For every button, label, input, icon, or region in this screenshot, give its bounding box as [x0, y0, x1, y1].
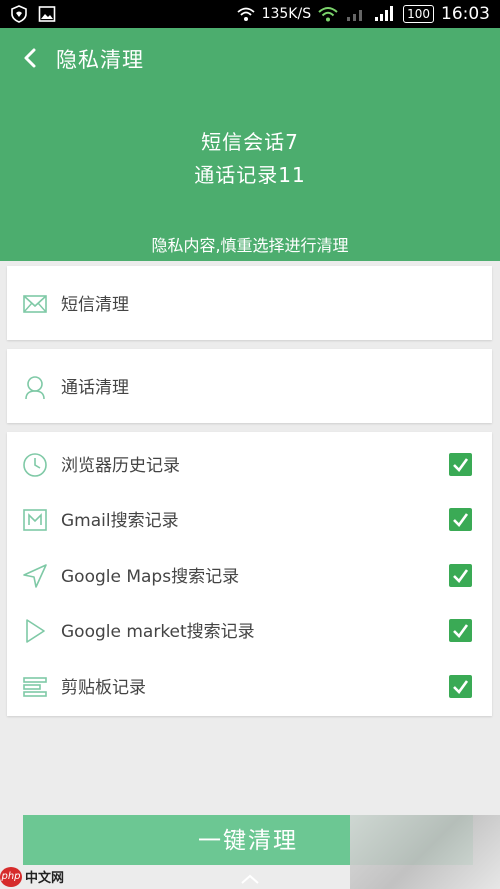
- call-count: 通话记录11: [194, 163, 306, 187]
- watermark: php 中文网: [0, 864, 90, 889]
- record-row-gmail[interactable]: Gmail搜索记录: [7, 492, 492, 547]
- blurred-area: [350, 815, 500, 889]
- record-checkbox[interactable]: [449, 619, 472, 642]
- record-checkbox[interactable]: [449, 675, 472, 698]
- network-speed: 135K/S: [261, 6, 312, 22]
- record-checkbox[interactable]: [449, 564, 472, 587]
- play-icon: [26, 619, 45, 643]
- wifi-green-icon: [318, 7, 338, 22]
- privacy-warning: 隐私内容,慎重选择进行清理: [151, 236, 349, 255]
- gmail-icon: [23, 509, 47, 531]
- record-row-clipboard[interactable]: 剪贴板记录: [7, 659, 492, 714]
- navigation-icon: [23, 564, 47, 588]
- signal-icon: [375, 6, 394, 21]
- checkmark-icon: [453, 624, 469, 638]
- record-label: Google Maps搜索记录: [61, 567, 240, 587]
- watermark-logo: php: [0, 866, 22, 887]
- checkmark-icon: [453, 680, 469, 694]
- page-title: 隐私清理: [56, 48, 144, 72]
- call-clean-row[interactable]: 通话清理: [7, 359, 492, 414]
- clock: 16:03: [441, 4, 490, 24]
- record-row-market[interactable]: Google market搜索记录: [7, 603, 492, 658]
- record-checkbox[interactable]: [449, 508, 472, 531]
- watermark-text: 中文网: [25, 871, 65, 886]
- checkmark-icon: [453, 569, 469, 583]
- envelope-icon: [23, 295, 47, 313]
- sms-clean-row[interactable]: 短信清理: [7, 276, 492, 331]
- image-icon: [38, 6, 56, 22]
- chevron-up-icon[interactable]: [238, 872, 262, 886]
- header: 隐私清理 短信会话7 通话记录11 隐私内容,慎重选择进行清理: [0, 28, 500, 261]
- clock-icon: [23, 453, 47, 477]
- shield-heart-icon: [11, 5, 27, 23]
- status-right: 135K/S 100 16:03: [236, 4, 490, 24]
- checkmark-icon: [453, 458, 469, 472]
- checkmark-icon: [453, 513, 469, 527]
- record-row-maps[interactable]: Google Maps搜索记录: [7, 548, 492, 603]
- call-clean-label: 通话清理: [61, 378, 129, 398]
- status-bar: 135K/S 100 16:03: [0, 0, 500, 28]
- sms-count: 短信会话7: [201, 130, 299, 154]
- back-arrow-icon[interactable]: [18, 42, 42, 74]
- record-row-browser[interactable]: 浏览器历史记录: [7, 437, 492, 492]
- record-label: 浏览器历史记录: [61, 456, 180, 476]
- record-label: 剪贴板记录: [61, 678, 146, 698]
- battery-indicator: 100: [403, 5, 434, 23]
- person-icon: [25, 376, 45, 400]
- record-label: Gmail搜索记录: [61, 511, 179, 531]
- record-label: Google market搜索记录: [61, 622, 255, 642]
- status-left: [10, 5, 56, 23]
- clipboard-icon: [23, 677, 47, 697]
- records-card: 浏览器历史记录 Gmail搜索记录 Google Maps搜索记录 Google…: [7, 432, 492, 716]
- call-clean-card[interactable]: 通话清理: [7, 349, 492, 423]
- record-checkbox[interactable]: [449, 453, 472, 476]
- sms-clean-card[interactable]: 短信清理: [7, 266, 492, 340]
- wifi-icon: [236, 7, 255, 21]
- signal-empty-icon: [347, 10, 363, 21]
- sms-clean-label: 短信清理: [61, 295, 129, 315]
